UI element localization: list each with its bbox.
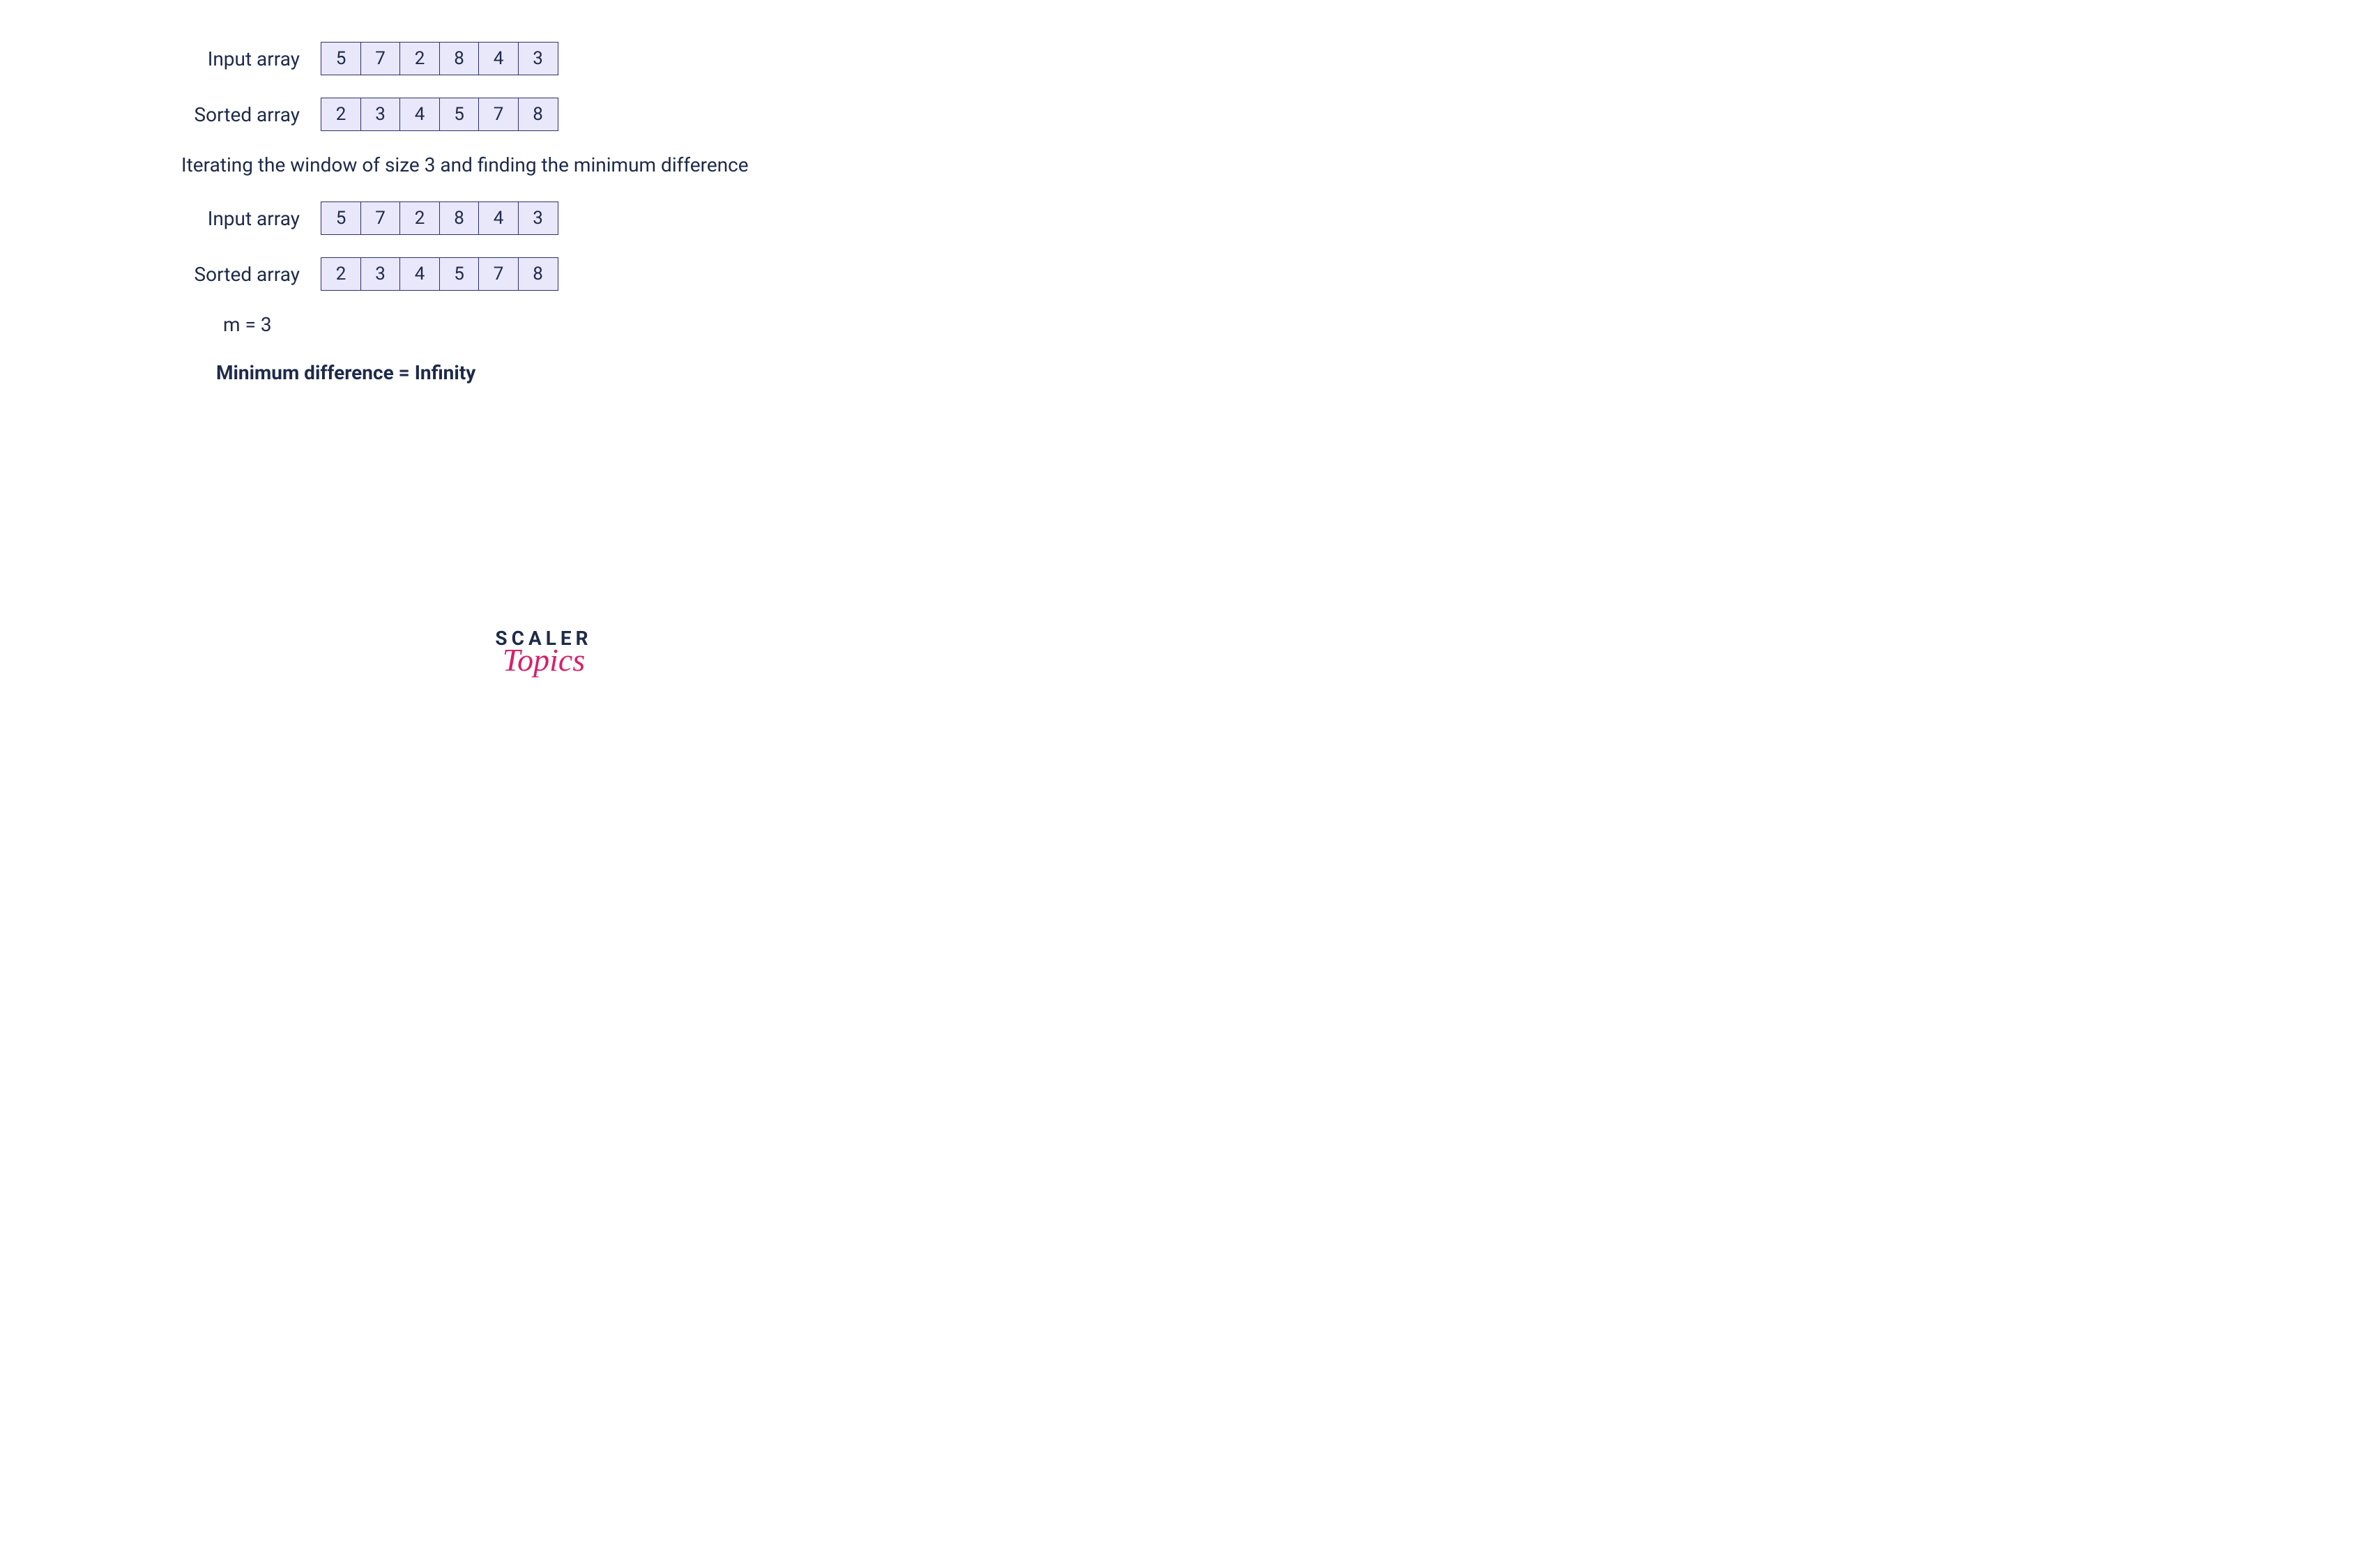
array-cell: 5: [321, 201, 361, 235]
m-value-text: m = 3: [28, 313, 1060, 336]
array-cell: 8: [518, 257, 558, 291]
label-sorted-array: Sorted array: [28, 103, 321, 126]
array-cell: 5: [439, 98, 480, 131]
array-cell: 5: [439, 257, 480, 291]
array-cell: 2: [399, 201, 440, 235]
array-cell: 8: [518, 98, 558, 131]
array-cell: 5: [321, 42, 361, 75]
array-cell: 4: [399, 98, 440, 131]
minimum-difference-text: Minimum difference = Infinity: [28, 361, 1060, 384]
array-cell: 7: [478, 257, 519, 291]
array-row-sorted-2: Sorted array 2 3 4 5 7 8: [28, 257, 1060, 291]
section-bottom: Input array 5 7 2 8 4 3 Sorted array 2 3…: [28, 201, 1060, 291]
array-cell: 2: [321, 98, 361, 131]
array-cell: 2: [399, 42, 440, 75]
array-row-input-1: Input array 5 7 2 8 4 3: [28, 42, 1060, 75]
logo-topics-text: Topics: [495, 641, 592, 678]
array-cell: 3: [518, 42, 558, 75]
label-input-array: Input array: [28, 47, 321, 70]
array-cell: 4: [399, 257, 440, 291]
caption-text: Iterating the window of size 3 and findi…: [28, 153, 1060, 176]
array-cell: 7: [478, 98, 519, 131]
array-cell: 7: [360, 201, 401, 235]
scaler-topics-logo: SCALER Topics: [495, 627, 592, 678]
array-cell: 8: [439, 201, 480, 235]
array-cell: 7: [360, 42, 401, 75]
input-array-1: 5 7 2 8 4 3: [321, 42, 558, 75]
array-cell: 3: [360, 98, 401, 131]
array-cell: 8: [439, 42, 480, 75]
input-array-2: 5 7 2 8 4 3: [321, 201, 558, 235]
sorted-array-1: 2 3 4 5 7 8: [321, 98, 558, 131]
array-row-input-2: Input array 5 7 2 8 4 3: [28, 201, 1060, 235]
array-cell: 3: [360, 257, 401, 291]
section-top: Input array 5 7 2 8 4 3 Sorted array 2 3…: [28, 42, 1060, 131]
label-input-array: Input array: [28, 207, 321, 230]
array-cell: 3: [518, 201, 558, 235]
array-cell: 4: [478, 42, 519, 75]
label-sorted-array: Sorted array: [28, 263, 321, 286]
array-cell: 2: [321, 257, 361, 291]
array-row-sorted-1: Sorted array 2 3 4 5 7 8: [28, 98, 1060, 131]
sorted-array-2: 2 3 4 5 7 8: [321, 257, 558, 291]
array-cell: 4: [478, 201, 519, 235]
